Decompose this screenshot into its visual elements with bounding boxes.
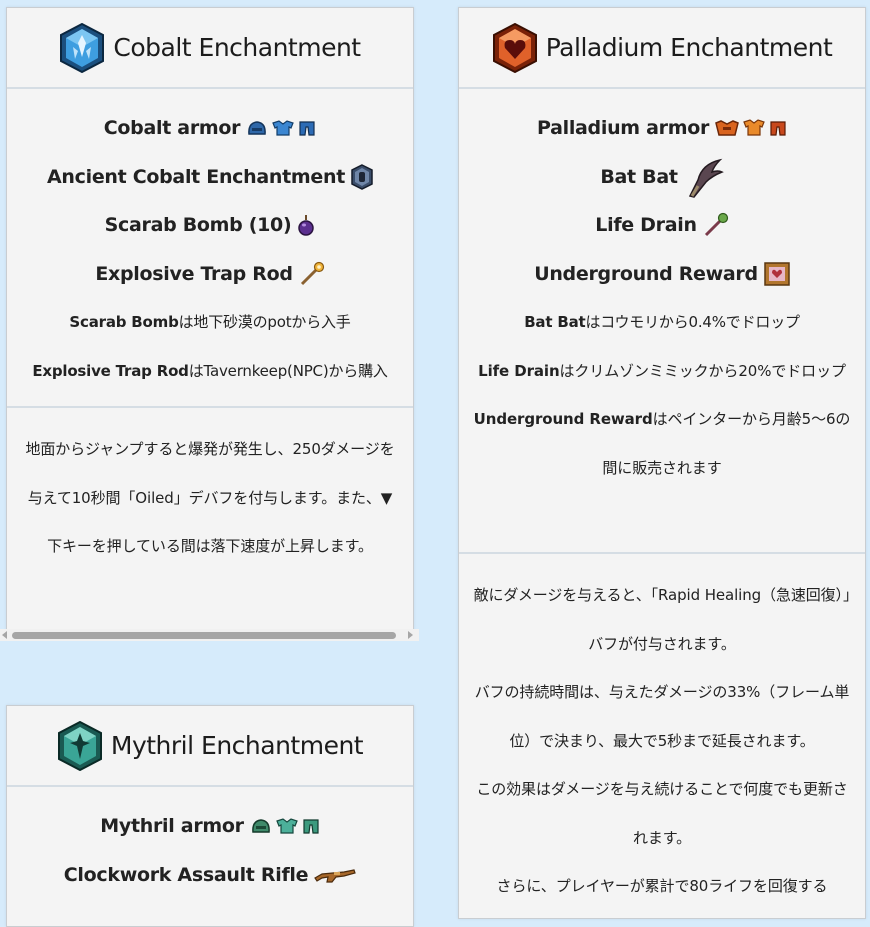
helmet-icon [251,819,270,833]
recipe-section: Mythril armor Clockwork Assault Rifle [7,787,413,899]
scroll-right-arrow-icon[interactable] [408,631,413,639]
card-title: Cobalt Enchantment [113,33,361,62]
bomb-icon [298,215,315,236]
leggings-icon [299,121,315,136]
recipe-item[interactable]: Ancient Cobalt Enchantment [7,153,413,202]
card-header: Palladium Enchantment [459,8,865,89]
recipe-item[interactable]: Life Drain [459,201,865,250]
note: Explosive Trap RodはTavernkeep(NPC)から購入 [32,361,388,380]
note: Underground Rewardはペインターから月齢5～6の間に販売されます [473,410,851,477]
recipe-section: Cobalt armor Ancient Cobalt Enchantment … [7,89,413,408]
cobalt-enchantment-icon [60,22,105,73]
painting-icon [764,262,790,286]
leggings-icon [770,121,786,136]
mythril-enchantment-card: Mythril Enchantment Mythril armor Clockw… [6,705,414,927]
enchantment-icon [351,163,373,190]
rifle-icon [314,869,356,883]
helmet-icon [248,121,267,135]
recipe-item[interactable]: Cobalt armor [7,104,413,153]
recipe-item[interactable]: Clockwork Assault Rifle [7,851,413,900]
recipe-item[interactable]: Underground Reward [459,250,865,299]
cobalt-enchantment-card: Cobalt Enchantment Cobalt armor Ancient … [6,7,414,631]
recipe-item[interactable]: Palladium armor [459,104,865,153]
description-paragraph: バフの持続時間は、与えたダメージの33%（フレーム単位）で決まり、最大で5秒まで… [474,683,850,750]
card-header: Cobalt Enchantment [7,8,413,89]
palladium-enchantment-icon [492,22,537,73]
breastplate-icon [275,818,298,834]
scroll-left-arrow-icon[interactable] [2,631,7,639]
breastplate-icon [743,119,765,136]
description-paragraph: 敵にダメージを与えると、「Rapid Healing（急速回復）」バフが付与され… [473,586,851,653]
note: Scarab Bombは地下砂漠のpotから入手 [69,313,351,331]
card-title: Mythril Enchantment [110,731,364,760]
staff-icon [704,213,728,237]
leggings-icon [303,819,319,834]
horizontal-scrollbar[interactable] [0,629,419,641]
scroll-thumb[interactable] [12,632,396,639]
note: Life Drainはクリムゾンミミックから20%でドロップ [478,361,846,380]
card-title: Palladium Enchantment [545,33,833,62]
recipe-section: Palladium armor Bat Bat Life Drain Under… [459,89,865,554]
palladium-enchantment-card: Palladium Enchantment Palladium armor Ba… [458,7,866,919]
recipe-item[interactable]: Scarab Bomb (10) [7,201,413,250]
recipe-item[interactable]: Bat Bat [459,153,865,202]
helmet-icon [715,120,739,136]
bat-bat-icon [688,158,724,198]
breastplate-icon [272,120,295,136]
recipe-item[interactable]: Explosive Trap Rod [7,250,413,299]
recipe-item[interactable]: Mythril armor [7,802,413,851]
effect-description: 地面からジャンプすると爆発が発生し、250ダメージを与えて10秒間「Oiled」… [25,440,395,555]
card-header: Mythril Enchantment [7,706,413,787]
mythril-enchantment-icon [57,720,102,771]
note: Bat Batはコウモリから0.4%でドロップ [524,313,800,331]
rod-icon [300,261,324,285]
description-paragraph: この効果はダメージを与え続けることで何度でも更新されます。 [476,780,848,847]
description-paragraph: さらに、プレイヤーが累計で80ライフを回復する [496,877,828,895]
effect-description: 敵にダメージを与えると、「Rapid Healing（急速回復）」バフが付与され… [459,554,865,911]
